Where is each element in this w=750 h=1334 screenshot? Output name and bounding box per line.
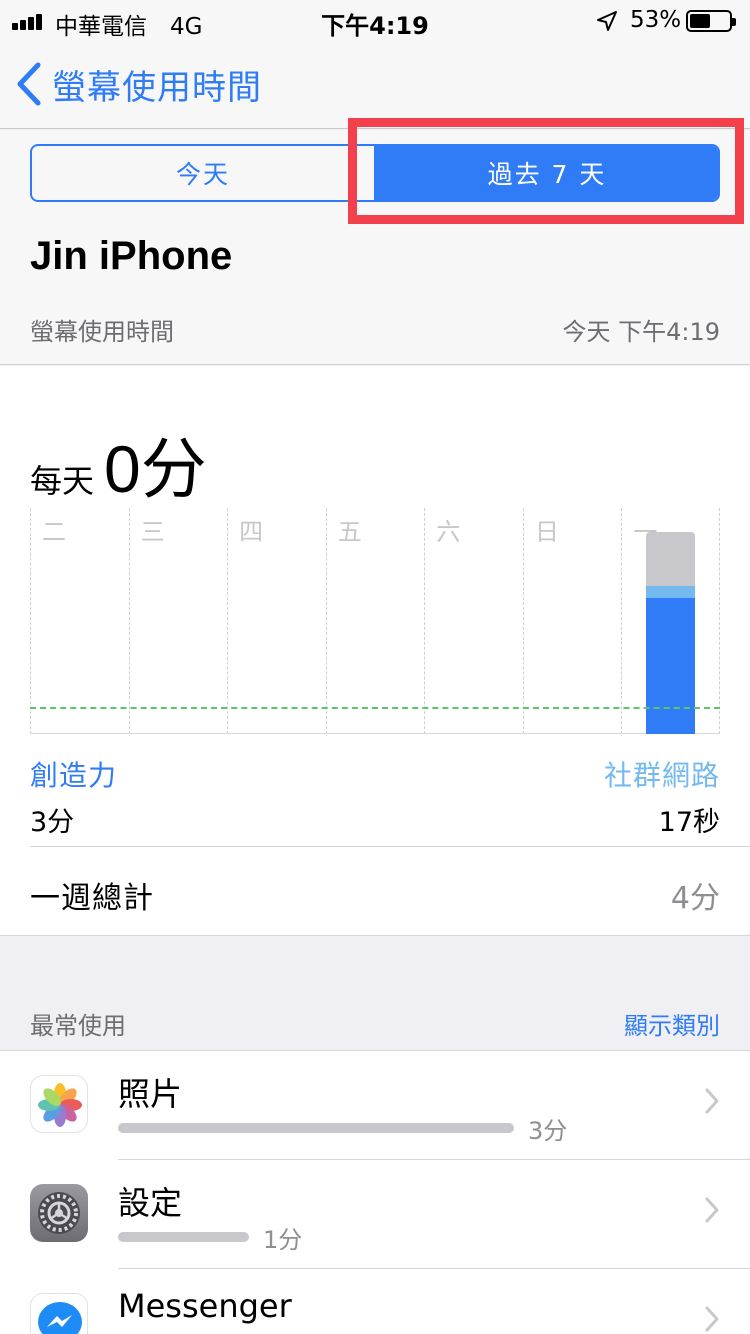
- location-arrow-icon: [597, 11, 617, 31]
- chart-average-line: [30, 706, 720, 709]
- app-name: 設定: [118, 1184, 183, 1222]
- app-name: 照片: [118, 1075, 183, 1113]
- battery-level: [690, 14, 710, 28]
- legend-creativity-value: 3分: [30, 807, 75, 838]
- chart-bar-segment: [646, 598, 696, 734]
- navigation-bar: 螢幕使用時間: [0, 40, 750, 129]
- chart-day-gridline: [128, 508, 130, 734]
- battery-percentage: 53%: [630, 7, 682, 33]
- chart-bar-segment: [646, 531, 696, 586]
- back-button[interactable]: 螢幕使用時間: [14, 60, 262, 108]
- chart-day-label: 四: [239, 518, 264, 546]
- daily-average-prefix: 每天: [30, 462, 95, 500]
- chart-day-label: 五: [337, 518, 362, 546]
- usage-time: 3分: [528, 1117, 568, 1145]
- chart-day-label: 六: [436, 518, 461, 546]
- battery-icon: [686, 10, 736, 32]
- daily-average-value: 0分: [104, 432, 207, 506]
- settings-icon: [30, 1184, 88, 1242]
- section-label: 螢幕使用時間: [30, 318, 174, 346]
- usage-summary-card: 每天 0分 二三四五六日一 創造力 3分 社群網路 17秒 一週總計 4分: [0, 366, 750, 936]
- most-used-header: 最常使用 顯示類別: [30, 1006, 720, 1040]
- app-name: Messenger: [118, 1287, 292, 1325]
- weekly-total-label: 一週總計: [30, 881, 154, 916]
- updated-time: 今天 下午4:19: [562, 318, 720, 346]
- chart-day-gridline: [522, 508, 524, 734]
- most-used-list: 照片 3分 設定 1分 Messenger: [0, 1050, 750, 1334]
- list-item-photos[interactable]: 照片 3分: [0, 1051, 750, 1160]
- chevron-right-icon: [705, 1306, 719, 1332]
- back-button-label: 螢幕使用時間: [52, 67, 262, 108]
- highlight-box: [348, 118, 744, 224]
- legend-creativity[interactable]: 創造力 3分: [30, 754, 117, 839]
- chevron-right-icon: [705, 1197, 719, 1223]
- chart-day-gridline: [621, 508, 623, 734]
- weekly-usage-chart[interactable]: 二三四五六日一: [30, 508, 720, 734]
- chevron-right-icon: [705, 1088, 719, 1114]
- chevron-left-icon: [17, 62, 41, 106]
- usage-time: 1分: [263, 1226, 303, 1254]
- chart-baseline: [30, 733, 720, 734]
- chart-day-gridline: [30, 508, 31, 734]
- daily-average: 每天 0分: [30, 416, 207, 512]
- legend-creativity-name: 創造力: [30, 759, 118, 792]
- chart-day-gridline: [424, 508, 426, 734]
- chart-day-label: 三: [140, 518, 165, 546]
- legend-social-name: 社群網路: [603, 759, 720, 792]
- chart-day-gridline: [227, 508, 229, 734]
- chart-day-gridline: [325, 508, 327, 734]
- chart-day-label: 二: [42, 518, 66, 546]
- legend-social-value: 17秒: [658, 807, 720, 838]
- chart-day-label: 日: [534, 518, 559, 546]
- segment-today[interactable]: 今天: [32, 146, 376, 200]
- usage-bar: [118, 1232, 249, 1242]
- legend-social[interactable]: 社群網路 17秒: [604, 754, 720, 839]
- list-item-messenger[interactable]: Messenger: [0, 1269, 750, 1334]
- status-bar: 中華電信 4G 下午4:19 53%: [0, 0, 750, 40]
- messenger-icon: [30, 1293, 88, 1334]
- usage-bar: [118, 1123, 514, 1133]
- list-item-settings[interactable]: 設定 1分: [0, 1160, 750, 1269]
- most-used-title: 最常使用: [30, 1012, 126, 1040]
- show-categories-button[interactable]: 顯示類別: [624, 1006, 720, 1041]
- weekly-total-row: 一週總計 4分: [30, 846, 750, 936]
- device-name: Jin iPhone: [30, 234, 233, 278]
- chart-bar-segment: [646, 585, 696, 599]
- weekly-total-value: 4分: [670, 881, 720, 916]
- photos-icon: [30, 1075, 88, 1133]
